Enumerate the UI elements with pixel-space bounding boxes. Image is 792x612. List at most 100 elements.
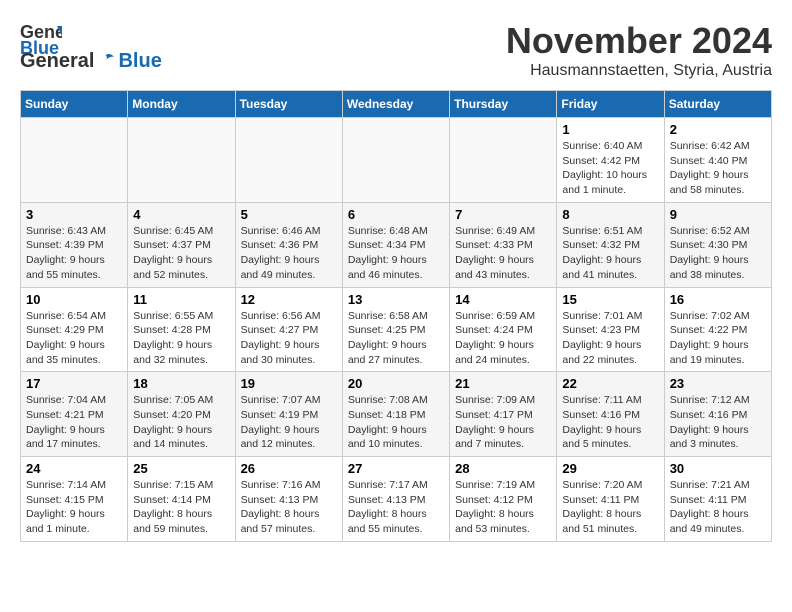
calendar-cell: 6Sunrise: 6:48 AM Sunset: 4:34 PM Daylig…	[342, 202, 449, 287]
calendar-cell: 12 Sunrise: 6:56 AM Sunset: 4:27 PM Dayli…	[235, 287, 342, 372]
day-number: 1	[562, 122, 658, 137]
day-number: 4	[133, 207, 229, 222]
week-row-1: 1 Sunrise: 6:40 AM Sunset: 4:42 PM Daylig…	[21, 118, 772, 203]
calendar-cell: 15Sunrise: 7:01 AM Sunset: 4:23 PM Dayli…	[557, 287, 664, 372]
calendar-cell: 10 Sunrise: 6:54 AM Sunset: 4:29 PM Dayli…	[21, 287, 128, 372]
calendar-cell: 21 Sunrise: 7:09 AM Sunset: 4:17 PM Dayli…	[450, 372, 557, 457]
calendar-table: SundayMondayTuesdayWednesdayThursdayFrid…	[20, 90, 772, 542]
week-row-5: 24Sunrise: 7:14 AM Sunset: 4:15 PM Dayli…	[21, 457, 772, 542]
calendar-cell	[235, 118, 342, 203]
weekday-header-wednesday: Wednesday	[342, 91, 449, 118]
day-info: Sunrise: 7:04 AM Sunset: 4:21 PM Dayligh…	[26, 393, 122, 452]
day-info: Sunrise: 6:58 AM Sunset: 4:25 PM Dayligh…	[348, 309, 444, 368]
calendar-cell: 8 Sunrise: 6:51 AM Sunset: 4:32 PM Daylig…	[557, 202, 664, 287]
calendar-cell: 26Sunrise: 7:16 AM Sunset: 4:13 PM Dayli…	[235, 457, 342, 542]
day-info: Sunrise: 6:52 AM Sunset: 4:30 PM Dayligh…	[670, 224, 766, 283]
calendar-cell: 29 Sunrise: 7:20 AM Sunset: 4:11 PM Dayli…	[557, 457, 664, 542]
day-info: Sunrise: 7:20 AM Sunset: 4:11 PM Dayligh…	[562, 478, 658, 537]
calendar-cell: 18 Sunrise: 7:05 AM Sunset: 4:20 PM Dayli…	[128, 372, 235, 457]
calendar-cell: 14 Sunrise: 6:59 AM Sunset: 4:24 PM Dayli…	[450, 287, 557, 372]
day-info: Sunrise: 7:12 AM Sunset: 4:16 PM Dayligh…	[670, 393, 766, 452]
calendar-cell: 11 Sunrise: 6:55 AM Sunset: 4:28 PM Dayli…	[128, 287, 235, 372]
weekday-header-row: SundayMondayTuesdayWednesdayThursdayFrid…	[21, 91, 772, 118]
day-number: 13	[348, 292, 444, 307]
day-number: 12	[241, 292, 337, 307]
calendar-cell: 1 Sunrise: 6:40 AM Sunset: 4:42 PM Daylig…	[557, 118, 664, 203]
day-info: Sunrise: 7:17 AM Sunset: 4:13 PM Dayligh…	[348, 478, 444, 537]
calendar-cell: 23 Sunrise: 7:12 AM Sunset: 4:16 PM Dayli…	[664, 372, 771, 457]
day-number: 14	[455, 292, 551, 307]
month-title: November 2024	[506, 20, 772, 62]
day-number: 28	[455, 461, 551, 476]
day-number: 5	[241, 207, 337, 222]
day-number: 18	[133, 376, 229, 391]
logo-general: General	[20, 50, 94, 73]
day-number: 3	[26, 207, 122, 222]
weekday-header-monday: Monday	[128, 91, 235, 118]
day-number: 22	[562, 376, 658, 391]
weekday-header-saturday: Saturday	[664, 91, 771, 118]
day-info: Sunrise: 7:05 AM Sunset: 4:20 PM Dayligh…	[133, 393, 229, 452]
day-number: 16	[670, 292, 766, 307]
day-number: 19	[241, 376, 337, 391]
location-title: Hausmannstaetten, Styria, Austria	[506, 62, 772, 80]
calendar-cell: 20Sunrise: 7:08 AM Sunset: 4:18 PM Dayli…	[342, 372, 449, 457]
day-number: 2	[670, 122, 766, 137]
calendar-cell: 16 Sunrise: 7:02 AM Sunset: 4:22 PM Dayli…	[664, 287, 771, 372]
calendar-cell: 30 Sunrise: 7:21 AM Sunset: 4:11 PM Dayli…	[664, 457, 771, 542]
day-info: Sunrise: 6:59 AM Sunset: 4:24 PM Dayligh…	[455, 309, 551, 368]
calendar-cell: 13 Sunrise: 6:58 AM Sunset: 4:25 PM Dayli…	[342, 287, 449, 372]
calendar-cell: 3Sunrise: 6:43 AM Sunset: 4:39 PM Daylig…	[21, 202, 128, 287]
day-number: 29	[562, 461, 658, 476]
calendar-cell	[450, 118, 557, 203]
day-number: 8	[562, 207, 658, 222]
calendar-cell: 28Sunrise: 7:19 AM Sunset: 4:12 PM Dayli…	[450, 457, 557, 542]
day-number: 11	[133, 292, 229, 307]
day-info: Sunrise: 7:07 AM Sunset: 4:19 PM Dayligh…	[241, 393, 337, 452]
weekday-header-thursday: Thursday	[450, 91, 557, 118]
day-info: Sunrise: 6:42 AM Sunset: 4:40 PM Dayligh…	[670, 139, 766, 198]
day-info: Sunrise: 7:02 AM Sunset: 4:22 PM Dayligh…	[670, 309, 766, 368]
calendar-cell	[21, 118, 128, 203]
day-info: Sunrise: 6:40 AM Sunset: 4:42 PM Dayligh…	[562, 139, 658, 198]
day-info: Sunrise: 7:14 AM Sunset: 4:15 PM Dayligh…	[26, 478, 122, 537]
calendar-cell: 19 Sunrise: 7:07 AM Sunset: 4:19 PM Dayli…	[235, 372, 342, 457]
day-info: Sunrise: 6:49 AM Sunset: 4:33 PM Dayligh…	[455, 224, 551, 283]
day-number: 10	[26, 292, 122, 307]
day-info: Sunrise: 7:11 AM Sunset: 4:16 PM Dayligh…	[562, 393, 658, 452]
day-info: Sunrise: 6:51 AM Sunset: 4:32 PM Dayligh…	[562, 224, 658, 283]
day-number: 20	[348, 376, 444, 391]
day-info: Sunrise: 7:01 AM Sunset: 4:23 PM Dayligh…	[562, 309, 658, 368]
calendar-cell: 7Sunrise: 6:49 AM Sunset: 4:33 PM Daylig…	[450, 202, 557, 287]
day-number: 9	[670, 207, 766, 222]
calendar-cell: 2 Sunrise: 6:42 AM Sunset: 4:40 PM Daylig…	[664, 118, 771, 203]
calendar-cell	[342, 118, 449, 203]
day-number: 6	[348, 207, 444, 222]
day-info: Sunrise: 6:56 AM Sunset: 4:27 PM Dayligh…	[241, 309, 337, 368]
logo: General Blue General Blue	[20, 20, 162, 73]
calendar-cell: 27Sunrise: 7:17 AM Sunset: 4:13 PM Dayli…	[342, 457, 449, 542]
title-area: November 2024 Hausmannstaetten, Styria, …	[506, 20, 772, 80]
day-info: Sunrise: 7:21 AM Sunset: 4:11 PM Dayligh…	[670, 478, 766, 537]
day-number: 30	[670, 461, 766, 476]
day-number: 25	[133, 461, 229, 476]
calendar-cell: 17 Sunrise: 7:04 AM Sunset: 4:21 PM Dayli…	[21, 372, 128, 457]
week-row-4: 17 Sunrise: 7:04 AM Sunset: 4:21 PM Dayli…	[21, 372, 772, 457]
calendar-cell: 22 Sunrise: 7:11 AM Sunset: 4:16 PM Dayli…	[557, 372, 664, 457]
week-row-2: 3Sunrise: 6:43 AM Sunset: 4:39 PM Daylig…	[21, 202, 772, 287]
day-info: Sunrise: 6:54 AM Sunset: 4:29 PM Dayligh…	[26, 309, 122, 368]
calendar-cell: 24Sunrise: 7:14 AM Sunset: 4:15 PM Dayli…	[21, 457, 128, 542]
weekday-header-sunday: Sunday	[21, 91, 128, 118]
calendar-cell: 9 Sunrise: 6:52 AM Sunset: 4:30 PM Daylig…	[664, 202, 771, 287]
weekday-header-friday: Friday	[557, 91, 664, 118]
day-info: Sunrise: 6:55 AM Sunset: 4:28 PM Dayligh…	[133, 309, 229, 368]
calendar-cell: 5Sunrise: 6:46 AM Sunset: 4:36 PM Daylig…	[235, 202, 342, 287]
calendar-cell: 4 Sunrise: 6:45 AM Sunset: 4:37 PM Daylig…	[128, 202, 235, 287]
week-row-3: 10 Sunrise: 6:54 AM Sunset: 4:29 PM Dayli…	[21, 287, 772, 372]
weekday-header-tuesday: Tuesday	[235, 91, 342, 118]
day-number: 23	[670, 376, 766, 391]
day-info: Sunrise: 7:09 AM Sunset: 4:17 PM Dayligh…	[455, 393, 551, 452]
day-number: 21	[455, 376, 551, 391]
day-info: Sunrise: 6:45 AM Sunset: 4:37 PM Dayligh…	[133, 224, 229, 283]
day-number: 17	[26, 376, 122, 391]
